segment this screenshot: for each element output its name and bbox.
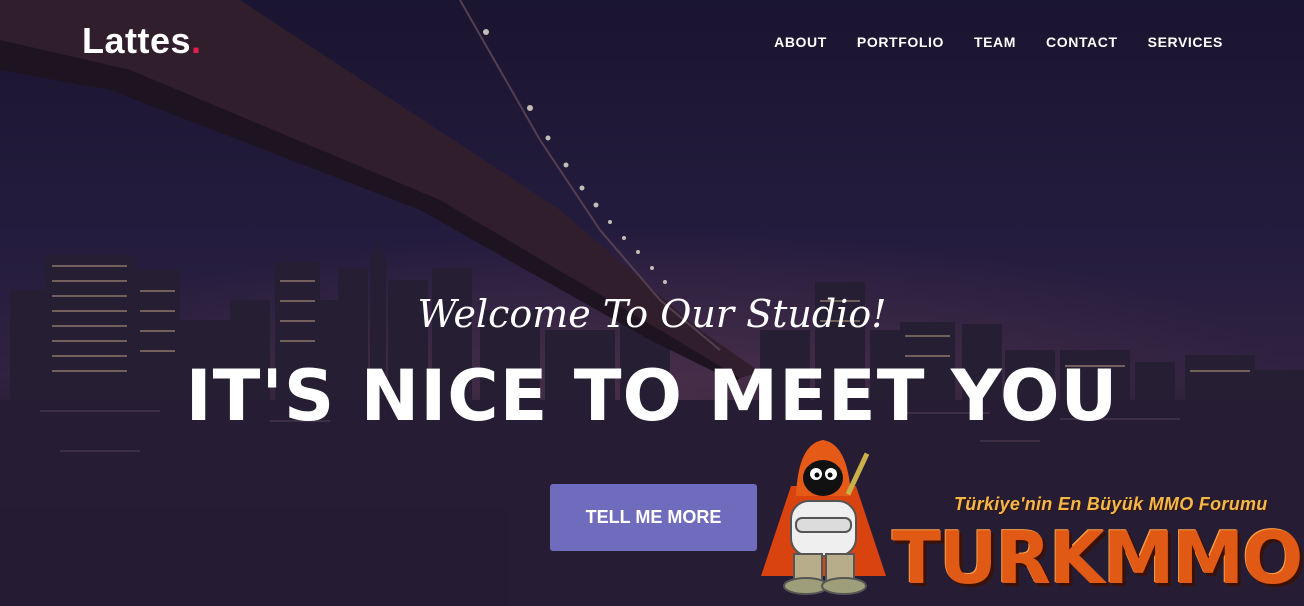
brand-name: Lattes xyxy=(82,20,192,61)
brand-dot: . xyxy=(191,20,202,61)
main-nav: ABOUT PORTFOLIO TEAM CONTACT SERVICES xyxy=(744,34,1223,50)
nav-item-portfolio[interactable]: PORTFOLIO xyxy=(857,34,944,50)
nav-item-services[interactable]: SERVICES xyxy=(1148,34,1223,50)
brand-logo[interactable]: Lattes. xyxy=(82,20,202,62)
turkmmo-watermark: Türkiye'nin En Büyük MMO Forumu TURKMMO xyxy=(756,436,1303,606)
tell-me-more-button[interactable]: TELL ME MORE xyxy=(550,484,757,551)
nav-item-team[interactable]: TEAM xyxy=(974,34,1016,50)
hero-headline: IT'S NICE TO MEET YOU xyxy=(185,355,1119,437)
watermark-tagline: Türkiye'nin En Büyük MMO Forumu xyxy=(954,494,1268,514)
nav-item-contact[interactable]: CONTACT xyxy=(1046,34,1118,50)
hero-subtitle: Welcome To Our Studio! xyxy=(417,292,887,336)
nav-item-about[interactable]: ABOUT xyxy=(774,34,827,50)
mascot-icon xyxy=(761,440,886,595)
watermark-logo-text: TURKMMO xyxy=(892,516,1303,600)
